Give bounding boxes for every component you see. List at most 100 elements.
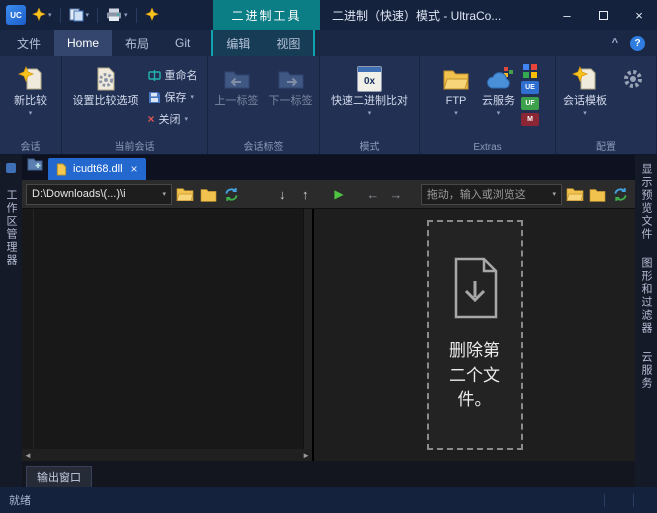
new-compare-button[interactable]: 新比较 ▾ <box>10 59 51 138</box>
ultrafinder-icon[interactable]: UF <box>521 97 539 110</box>
tab-git[interactable]: Git <box>162 30 203 56</box>
browse-folder-button-right[interactable] <box>588 184 608 204</box>
apps-grid-icon[interactable] <box>523 64 537 78</box>
group-label-extras: Extras <box>420 142 555 153</box>
tab-edit[interactable]: 编辑 <box>213 30 263 56</box>
help-icon[interactable]: ? <box>630 36 645 51</box>
right-file-pane[interactable]: 删除第二个文件。 <box>314 209 635 461</box>
separator <box>60 8 61 23</box>
ribbon-tab-bar: 文件 Home 布局 Git 编辑 视图 ^ ? <box>0 30 657 56</box>
sparkle-icon <box>32 8 46 22</box>
scroll-left-icon[interactable]: ◄ <box>24 451 32 460</box>
right-path-input[interactable]: 拖动，输入或浏览这 ▾ <box>421 184 562 205</box>
compare-options-button[interactable]: 设置比较选项 <box>69 59 143 138</box>
quick-print-button[interactable]: ▾ <box>103 6 131 24</box>
preview-files-tab[interactable]: 显示预览文件 <box>638 163 654 241</box>
caret-down-icon: ▾ <box>185 115 189 123</box>
previous-tab-button[interactable]: 上一标签 <box>211 59 263 138</box>
quick-binary-compare-button[interactable]: 0x 快速二进制比对 ▾ <box>327 59 412 138</box>
main-area: 工作区管理器 icudt68.dll × D:\Downloads\(...)\… <box>0 155 657 487</box>
next-tab-button[interactable]: 下一标签 <box>265 59 317 138</box>
minimize-button[interactable]: – <box>549 0 585 30</box>
separator <box>136 8 137 23</box>
titlebar: UC ▾ ▾ ▾ 二进制工具 二进制（快速）模式 - UltraCo... – … <box>0 0 657 30</box>
left-file-pane[interactable]: ◄ ► <box>22 209 314 461</box>
quick-new-compare-button[interactable] <box>142 6 162 24</box>
hex-mode-icon: 0x <box>357 66 382 92</box>
forward-button[interactable]: → <box>386 184 406 204</box>
separator <box>604 494 605 507</box>
new-compare-icon <box>18 64 44 94</box>
left-path-combo[interactable]: D:\Downloads\(...)\i ▾ <box>26 184 172 205</box>
prev-difference-up-button[interactable]: ↑ <box>295 184 315 204</box>
filters-tab[interactable]: 图形和过滤器 <box>638 257 654 335</box>
group-label-current-session: 当前会话 <box>62 138 207 153</box>
caret-down-icon: ▾ <box>368 109 372 118</box>
session-template-icon <box>572 64 598 94</box>
next-tab-icon <box>277 64 305 94</box>
back-button[interactable]: ← <box>363 184 383 204</box>
session-template-button[interactable]: 会话模板 ▾ <box>559 59 611 138</box>
caret-down-icon: ▾ <box>48 11 52 19</box>
workspace-manager-icon <box>6 163 16 173</box>
dropzone-text: 删除第二个文件。 <box>446 339 504 413</box>
maximize-button[interactable] <box>585 0 621 30</box>
tab-file[interactable]: 文件 <box>4 30 54 56</box>
refresh-icon <box>223 186 240 203</box>
tab-home[interactable]: Home <box>54 30 112 56</box>
left-pane-hscrollbar[interactable]: ◄ ► <box>22 449 312 461</box>
start-compare-button[interactable]: ▶ <box>329 184 349 204</box>
workspace-manager-tab[interactable]: 工作区管理器 <box>3 189 19 267</box>
window-title: 二进制（快速）模式 - UltraCo... <box>332 0 501 30</box>
browse-folder-button[interactable] <box>198 184 218 204</box>
ultraedit-icon[interactable]: UE <box>521 81 539 94</box>
left-pane-vscrollbar[interactable] <box>303 209 312 449</box>
download-file-icon <box>448 257 502 319</box>
refresh-button[interactable] <box>221 184 241 204</box>
open-folder-button-right[interactable] <box>565 184 585 204</box>
previous-tab-icon <box>223 64 251 94</box>
ftp-folder-icon <box>443 64 469 94</box>
printer-icon <box>106 8 122 22</box>
separator <box>633 494 634 507</box>
output-window-tab[interactable]: 输出窗口 <box>26 466 92 487</box>
caret-down-icon: ▾ <box>191 93 195 101</box>
companion-apps: UE UF M <box>521 59 539 138</box>
tab-layout[interactable]: 布局 <box>112 30 162 56</box>
quick-save-button[interactable]: ▾ <box>66 6 93 24</box>
quick-new-session-button[interactable]: ▾ <box>29 6 55 24</box>
close-session-icon: × <box>148 113 155 125</box>
status-text: 就绪 <box>9 492 31 508</box>
rename-button[interactable]: 重命名 <box>145 66 201 84</box>
context-tab-binary-tools[interactable]: 二进制工具 <box>213 0 320 30</box>
app-logo[interactable]: UC <box>6 5 26 25</box>
caret-down-icon: ▾ <box>552 190 556 198</box>
tab-close-icon[interactable]: × <box>131 162 138 176</box>
ftp-button[interactable]: FTP ▾ <box>436 59 476 138</box>
left-side-strip: 工作区管理器 <box>0 155 22 487</box>
settings-button[interactable] <box>613 59 653 138</box>
close-session-button[interactable]: × 关闭 ▾ <box>145 110 201 128</box>
refresh-button-right[interactable] <box>611 184 631 204</box>
ribbon-group-session: 新比较 ▾ 会话 <box>0 56 62 154</box>
cloud-icon <box>484 64 514 94</box>
file-tab[interactable]: icudt68.dll × <box>48 158 146 180</box>
scroll-right-icon[interactable]: ► <box>302 451 310 460</box>
caret-down-icon: ▾ <box>124 11 128 19</box>
file-dropzone[interactable]: 删除第二个文件。 <box>427 220 523 450</box>
group-label-mode: 模式 <box>320 138 419 153</box>
cloud-services-tab[interactable]: 云服务 <box>638 351 654 390</box>
window-controls: – × <box>549 0 657 30</box>
open-folder-button[interactable] <box>175 184 195 204</box>
tab-view[interactable]: 视图 <box>263 30 313 56</box>
save-button[interactable]: 保存 ▾ <box>145 88 201 106</box>
ribbon-group-current-session: 设置比较选项 重命名 保存 ▾ × 关闭 ▾ <box>62 56 208 154</box>
cloud-services-button[interactable]: 云服务 ▾ <box>478 59 519 138</box>
documents-icon <box>69 8 84 22</box>
merge-icon[interactable]: M <box>521 113 539 126</box>
session-folder-icon[interactable] <box>27 157 43 176</box>
next-difference-down-button[interactable]: ↓ <box>272 184 292 204</box>
close-button[interactable]: × <box>621 0 657 30</box>
collapse-ribbon-icon[interactable]: ^ <box>612 37 618 49</box>
minimize-icon: – <box>563 8 570 23</box>
